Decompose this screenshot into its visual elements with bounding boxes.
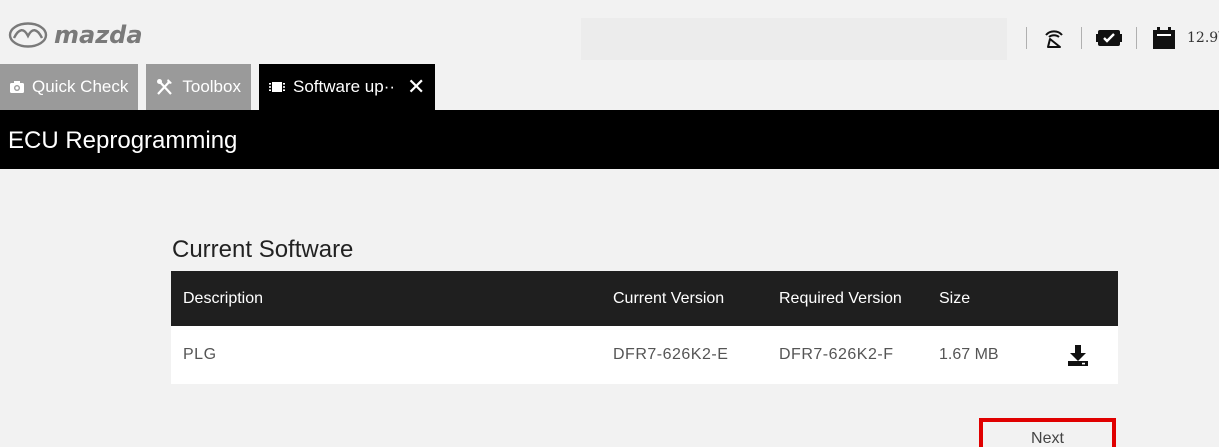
tab-quick-check[interactable]: Quick Check	[0, 64, 139, 110]
divider	[1081, 27, 1082, 49]
status-area: 12.9V	[1012, 20, 1219, 56]
battery-voltage: 12.9V	[1187, 30, 1219, 46]
vci-status-icon[interactable]	[1096, 25, 1122, 51]
chip-icon	[268, 80, 285, 94]
close-tab-icon[interactable]: ✕	[407, 76, 425, 98]
top-search-area[interactable]	[581, 18, 1007, 60]
tab-toolbox[interactable]: Toolbox	[146, 64, 251, 110]
wireless-connection-icon[interactable]	[1041, 25, 1067, 51]
table-row: PLG DFR7-626K2-E DFR7-626K2-F 1.67 MB	[171, 326, 1118, 384]
next-button[interactable]: Next	[979, 418, 1116, 447]
tab-software-update[interactable]: Software up·· ✕	[258, 64, 436, 110]
tab-label: Quick Check	[32, 77, 129, 96]
row-size: 1.67 MB	[939, 346, 999, 363]
column-header-size: Size	[939, 289, 971, 307]
section-title: Current Software	[172, 236, 354, 263]
page-header: ECU Reprogramming	[0, 110, 1219, 169]
row-current-version: DFR7-626K2-E	[613, 346, 729, 363]
battery-icon	[1151, 25, 1177, 51]
camera-icon	[10, 81, 24, 93]
row-description: PLG	[183, 346, 217, 363]
tools-icon	[156, 78, 174, 96]
row-required-version: DFR7-626K2-F	[779, 346, 894, 363]
top-bar: mazda 12.9	[0, 0, 1219, 64]
column-header-required-version: Required Version	[779, 289, 902, 307]
column-header-description: Description	[183, 289, 264, 307]
mazda-logo: mazda	[8, 22, 143, 48]
tab-label: Software up··	[292, 77, 396, 96]
column-header-current-version: Current Version	[613, 289, 725, 307]
tab-label: Toolbox	[182, 77, 241, 96]
app-window: mazda 12.9 Quick Check Toolbox Software …	[0, 0, 1219, 447]
software-table: Description Current Version Required Ver…	[171, 271, 1118, 384]
table-header: Description Current Version Required Ver…	[171, 271, 1118, 326]
download-icon[interactable]	[1060, 326, 1096, 384]
divider	[1136, 27, 1137, 49]
brand-wordmark: mazda	[54, 21, 143, 49]
divider	[1026, 27, 1027, 49]
page-title: ECU Reprogramming	[8, 127, 238, 154]
tab-bar: Quick Check Toolbox Software up·· ✕	[0, 64, 1219, 110]
mazda-emblem-icon	[8, 22, 48, 48]
